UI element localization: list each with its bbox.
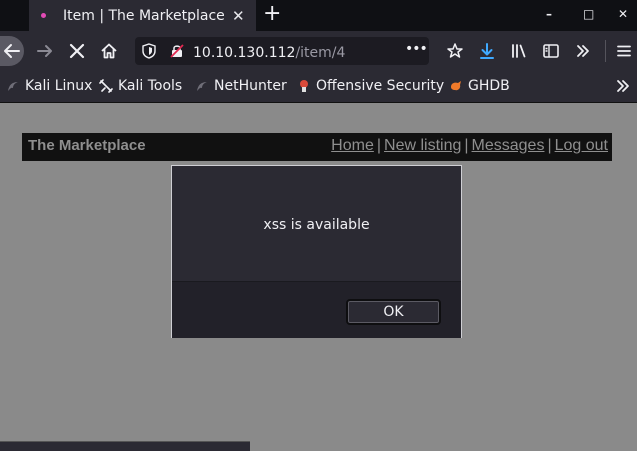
page-actions-icon[interactable]: •••: [405, 41, 428, 57]
alert-dialog: xss is available OK: [171, 165, 462, 338]
tab-bar: Item | The Marketplace ✕ + – □ ✕: [0, 0, 637, 31]
nav-separator: |: [376, 137, 382, 154]
url-bar[interactable]: 10.10.130.112/item/4 •••: [135, 37, 429, 65]
bookmark-label: NetHunter: [214, 78, 287, 94]
url-host: 10.10.130.112: [193, 45, 296, 61]
forward-arrow-icon: [37, 45, 52, 57]
app-menu-button[interactable]: [613, 31, 635, 71]
navigation-toolbar: 10.10.130.112/item/4 •••: [0, 31, 637, 71]
site-brand: The Marketplace: [28, 137, 146, 154]
hamburger-menu-icon: [617, 45, 631, 57]
alert-dialog-footer: OK: [172, 281, 461, 338]
sidebar-icon: [543, 44, 559, 58]
double-chevron-icon: [617, 80, 629, 92]
ghdb-icon: [449, 79, 463, 93]
back-button[interactable]: [0, 36, 24, 66]
toolbar-separator: [605, 40, 606, 62]
url-text[interactable]: 10.10.130.112/item/4: [193, 42, 345, 61]
nav-link-messages[interactable]: Messages: [472, 137, 545, 154]
sidebar-button[interactable]: [540, 31, 562, 71]
kali-dragon-icon: [6, 79, 20, 93]
bookmarks-toolbar: Kali Linux Kali Tools NetHunter Offensiv…: [0, 71, 637, 103]
tab-title: Item | The Marketplace: [63, 8, 225, 24]
nav-link-log-out[interactable]: Log out: [555, 137, 608, 154]
alert-message: xss is available: [263, 217, 370, 233]
offsec-icon: [297, 79, 311, 93]
nav-link-new-listing[interactable]: New listing: [384, 137, 461, 154]
maximize-icon[interactable]: □: [583, 5, 594, 23]
nav-link-home[interactable]: Home: [331, 137, 374, 154]
bookmark-label: GHDB: [468, 78, 510, 94]
back-arrow-icon: [4, 44, 20, 58]
tab-item[interactable]: Item | The Marketplace ✕: [29, 0, 256, 31]
stop-icon: [69, 43, 85, 59]
shield-icon[interactable]: [142, 43, 156, 59]
url-path: /item/4: [295, 45, 346, 61]
bookmark-nethunter[interactable]: NetHunter: [195, 78, 287, 94]
site-header: The Marketplace Home | New listing | Message…: [22, 133, 612, 161]
double-chevron-icon: [577, 45, 589, 57]
window-close-icon[interactable]: ✕: [618, 5, 628, 23]
forward-button[interactable]: [33, 31, 57, 71]
bookmark-label: Kali Tools: [118, 78, 183, 94]
bookmarks-overflow-button[interactable]: [613, 66, 633, 106]
bookmark-offensive-security[interactable]: Offensive Security: [297, 78, 444, 94]
library-button[interactable]: [508, 31, 530, 71]
library-icon: [512, 44, 526, 58]
stop-loading-button[interactable]: [66, 31, 88, 71]
site-nav: Home | New listing | Messages | Log out: [331, 137, 608, 155]
tab-loading-dot-icon: [41, 13, 46, 18]
bookmark-label: Kali Linux: [25, 78, 93, 94]
pocket-star-icon: [447, 43, 463, 58]
insecure-lock-icon[interactable]: [169, 43, 185, 59]
status-panel: [0, 441, 250, 451]
home-icon: [101, 43, 117, 59]
bookmark-kali-linux[interactable]: Kali Linux: [6, 78, 92, 94]
page-viewport: The Marketplace Home | New listing | Message…: [0, 103, 637, 451]
download-icon: [480, 43, 494, 59]
ok-button[interactable]: OK: [346, 299, 441, 325]
tab-close-icon[interactable]: ✕: [232, 7, 245, 25]
minimize-icon[interactable]: –: [546, 5, 552, 23]
nethunter-icon: [195, 79, 209, 93]
bookmark-ghdb[interactable]: GHDB: [449, 78, 510, 94]
nav-separator: |: [547, 137, 552, 154]
new-tab-icon[interactable]: +: [263, 2, 281, 26]
overflow-menu-button[interactable]: [572, 31, 594, 71]
bookmark-kali-tools[interactable]: Kali Tools: [99, 78, 182, 94]
bookmark-label: Offensive Security: [316, 78, 445, 94]
nav-separator: |: [464, 137, 469, 154]
kali-tools-icon: [99, 79, 113, 93]
home-button[interactable]: [98, 31, 120, 71]
downloads-button[interactable]: [476, 31, 498, 71]
save-to-pocket-button[interactable]: [444, 31, 466, 71]
